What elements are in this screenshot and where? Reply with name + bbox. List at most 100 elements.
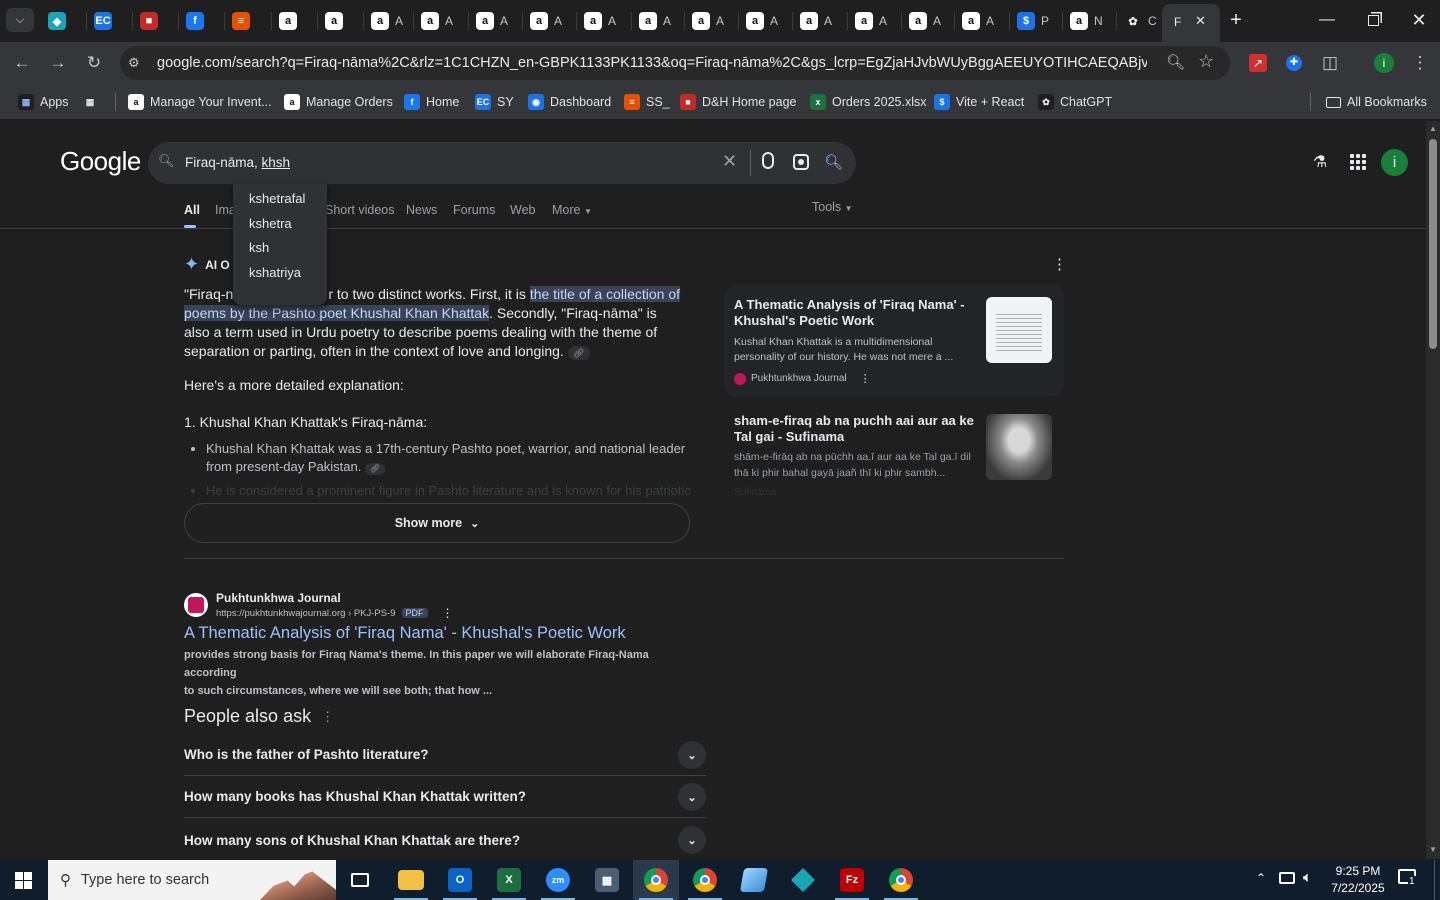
restore-button[interactable] — [1350, 8, 1396, 32]
notification-center-button[interactable]: 1 — [1398, 869, 1420, 889]
browser-tab[interactable]: aA — [909, 8, 941, 34]
browser-tab[interactable]: ◆ — [48, 8, 72, 34]
chevron-down-icon[interactable]: ⌄ — [678, 741, 706, 769]
bookmark-item[interactable]: a Manage Your Invent... — [128, 92, 272, 112]
google-logo[interactable]: Google — [60, 146, 141, 177]
bookmark-item[interactable]: ▦ Apps — [18, 92, 69, 112]
taskbar-chrome-2[interactable] — [682, 860, 728, 900]
minimize-button[interactable]: — — [1304, 8, 1350, 32]
account-avatar[interactable]: i — [1381, 149, 1408, 176]
browser-tab[interactable]: aA — [855, 8, 887, 34]
ai-overview-menu-icon[interactable]: ⋮ — [1052, 255, 1067, 273]
chrome-menu-icon[interactable]: ⋮ — [1406, 49, 1434, 77]
paa-menu-icon[interactable]: ⋮ — [321, 709, 334, 725]
bookmark-item[interactable]: ◉ Dashboard — [528, 92, 611, 112]
tools-button[interactable]: Tools ▼ — [812, 200, 853, 214]
browser-tab[interactable]: aA — [371, 8, 403, 34]
suggestion-item[interactable]: kshetra — [233, 214, 327, 239]
ai-source-card[interactable]: sham-e-firaq ab na puchh aai aur aa ke T… — [724, 403, 1064, 503]
source-menu-icon[interactable]: ⋮ — [860, 372, 871, 385]
profile-avatar[interactable]: i — [1370, 49, 1398, 77]
taskbar-app-paper[interactable] — [731, 860, 777, 900]
clear-search-icon[interactable]: ✕ — [722, 151, 737, 172]
ai-source-card[interactable]: A Thematic Analysis of 'Firaq Nama' - Kh… — [724, 285, 1064, 397]
bookmark-item[interactable]: ■ D&H Home page — [680, 92, 797, 112]
all-bookmarks-button[interactable]: All Bookmarks — [1326, 92, 1427, 112]
bookmark-item[interactable]: EC SY — [475, 92, 514, 112]
close-tab-icon[interactable]: ✕ — [1195, 13, 1206, 29]
browser-tab[interactable]: f — [186, 8, 210, 34]
tab-forums[interactable]: Forums — [453, 203, 495, 217]
paa-question[interactable]: Who is the father of Pashto literature? ⌄ — [184, 734, 706, 776]
show-desktop-button[interactable] — [1434, 860, 1440, 900]
browser-tab[interactable]: aA — [692, 8, 724, 34]
source-thumbnail-portrait[interactable] — [986, 414, 1052, 480]
volume-icon[interactable]: 🔈︎ — [1303, 869, 1312, 886]
taskbar-zoom[interactable]: zm — [535, 860, 581, 900]
tab-all[interactable]: All — [184, 203, 200, 217]
search-input[interactable]: Firaq-nāma, khsh — [185, 155, 290, 170]
result-favicon[interactable] — [184, 593, 208, 617]
taskbar-calculator[interactable]: ▦ — [584, 860, 630, 900]
browser-tab[interactable]: aA — [476, 8, 508, 34]
taskbar-chrome-active[interactable] — [633, 860, 679, 900]
bookmark-item[interactable]: x Orders 2025.xlsx — [810, 92, 926, 112]
browser-tab[interactable]: aA — [746, 8, 778, 34]
taskbar-excel[interactable]: X — [486, 860, 532, 900]
result-title-link[interactable]: A Thematic Analysis of 'Firaq Nama' - Kh… — [184, 624, 626, 643]
browser-tab[interactable]: aA — [962, 8, 994, 34]
browser-tab[interactable]: aA — [639, 8, 671, 34]
labs-flask-icon[interactable]: ⚗︎ — [1311, 152, 1329, 171]
taskbar-search-box[interactable]: ⚲ Type here to search — [48, 860, 336, 900]
browser-tab[interactable]: aA — [800, 8, 832, 34]
suggestion-item[interactable]: kshetrafal — [233, 189, 327, 214]
extension-red-icon[interactable]: ↗ — [1244, 49, 1272, 77]
forward-button[interactable]: → — [44, 49, 72, 77]
scrollbar-thumb[interactable] — [1429, 139, 1437, 349]
source-title[interactable]: sham-e-firaq ab na puchh aai aur aa ke T… — [734, 413, 974, 445]
browser-tab[interactable]: EC — [94, 8, 118, 34]
reload-button[interactable]: ↻ — [80, 49, 108, 77]
bookmark-item[interactable]: ✿ ChatGPT — [1038, 92, 1112, 112]
search-box[interactable]: 🔍︎ Firaq-nāma, khsh ✕ 🔍︎ — [148, 142, 856, 184]
address-bar[interactable]: ⚙ google.com/search?q=Firaq-nāma%2C&rlz=… — [120, 46, 1230, 80]
scroll-up-arrow[interactable]: ▲ — [1429, 124, 1437, 133]
browser-tab[interactable]: ✿ C — [1124, 8, 1157, 34]
scroll-down-arrow[interactable]: ▼ — [1429, 845, 1437, 854]
lens-camera-icon[interactable] — [793, 154, 809, 170]
show-hidden-icons-button[interactable]: ⌃ — [1256, 871, 1266, 885]
suggestion-item[interactable]: kshatriya — [233, 263, 327, 288]
task-view-button[interactable] — [337, 860, 383, 900]
source-title[interactable]: A Thematic Analysis of 'Firaq Nama' - Kh… — [734, 297, 974, 329]
paa-question[interactable]: How many sons of Khushal Khan Khattak ar… — [184, 819, 706, 859]
google-apps-icon[interactable] — [1350, 154, 1366, 170]
bookmark-item[interactable]: a Manage Orders — [284, 92, 393, 112]
browser-tab[interactable]: ■ — [140, 8, 164, 34]
bookmark-item[interactable]: f Home — [404, 92, 459, 112]
network-icon[interactable] — [1279, 872, 1295, 884]
tab-search-button[interactable]: ⌵ — [6, 8, 34, 32]
extensions-puzzle-icon[interactable]: ◫ — [1316, 49, 1344, 77]
tab-active[interactable]: F ✕ — [1162, 4, 1220, 42]
microphone-icon[interactable] — [762, 152, 774, 169]
bookmark-star-icon[interactable]: ☆ — [1198, 51, 1214, 72]
start-button[interactable] — [0, 860, 46, 900]
link-icon[interactable]: 🔗︎ — [364, 463, 385, 475]
browser-tab[interactable]: aN — [1070, 8, 1103, 34]
taskbar-filezilla[interactable]: Fz — [829, 860, 875, 900]
browser-tab[interactable]: a — [325, 8, 349, 34]
source-thumbnail[interactable] — [986, 297, 1052, 363]
tab-news[interactable]: News — [406, 203, 437, 217]
tab-more[interactable]: More ▼ — [552, 203, 592, 217]
browser-tab[interactable]: $ P — [1017, 8, 1049, 34]
browser-tab[interactable]: a — [279, 8, 303, 34]
page-scrollbar[interactable]: ▲ ▼ — [1426, 121, 1440, 859]
back-button[interactable]: ← — [8, 49, 36, 77]
suggestion-item[interactable]: ksh — [233, 238, 327, 263]
browser-tab[interactable]: aA — [421, 8, 453, 34]
chevron-down-icon[interactable]: ⌄ — [678, 826, 706, 854]
link-icon[interactable]: 🔗︎ — [567, 346, 590, 360]
clock[interactable]: 9:25 PM 7/22/2025 — [1322, 863, 1394, 897]
chevron-down-icon[interactable]: ⌄ — [678, 783, 706, 811]
taskbar-outlook[interactable]: O — [437, 860, 483, 900]
